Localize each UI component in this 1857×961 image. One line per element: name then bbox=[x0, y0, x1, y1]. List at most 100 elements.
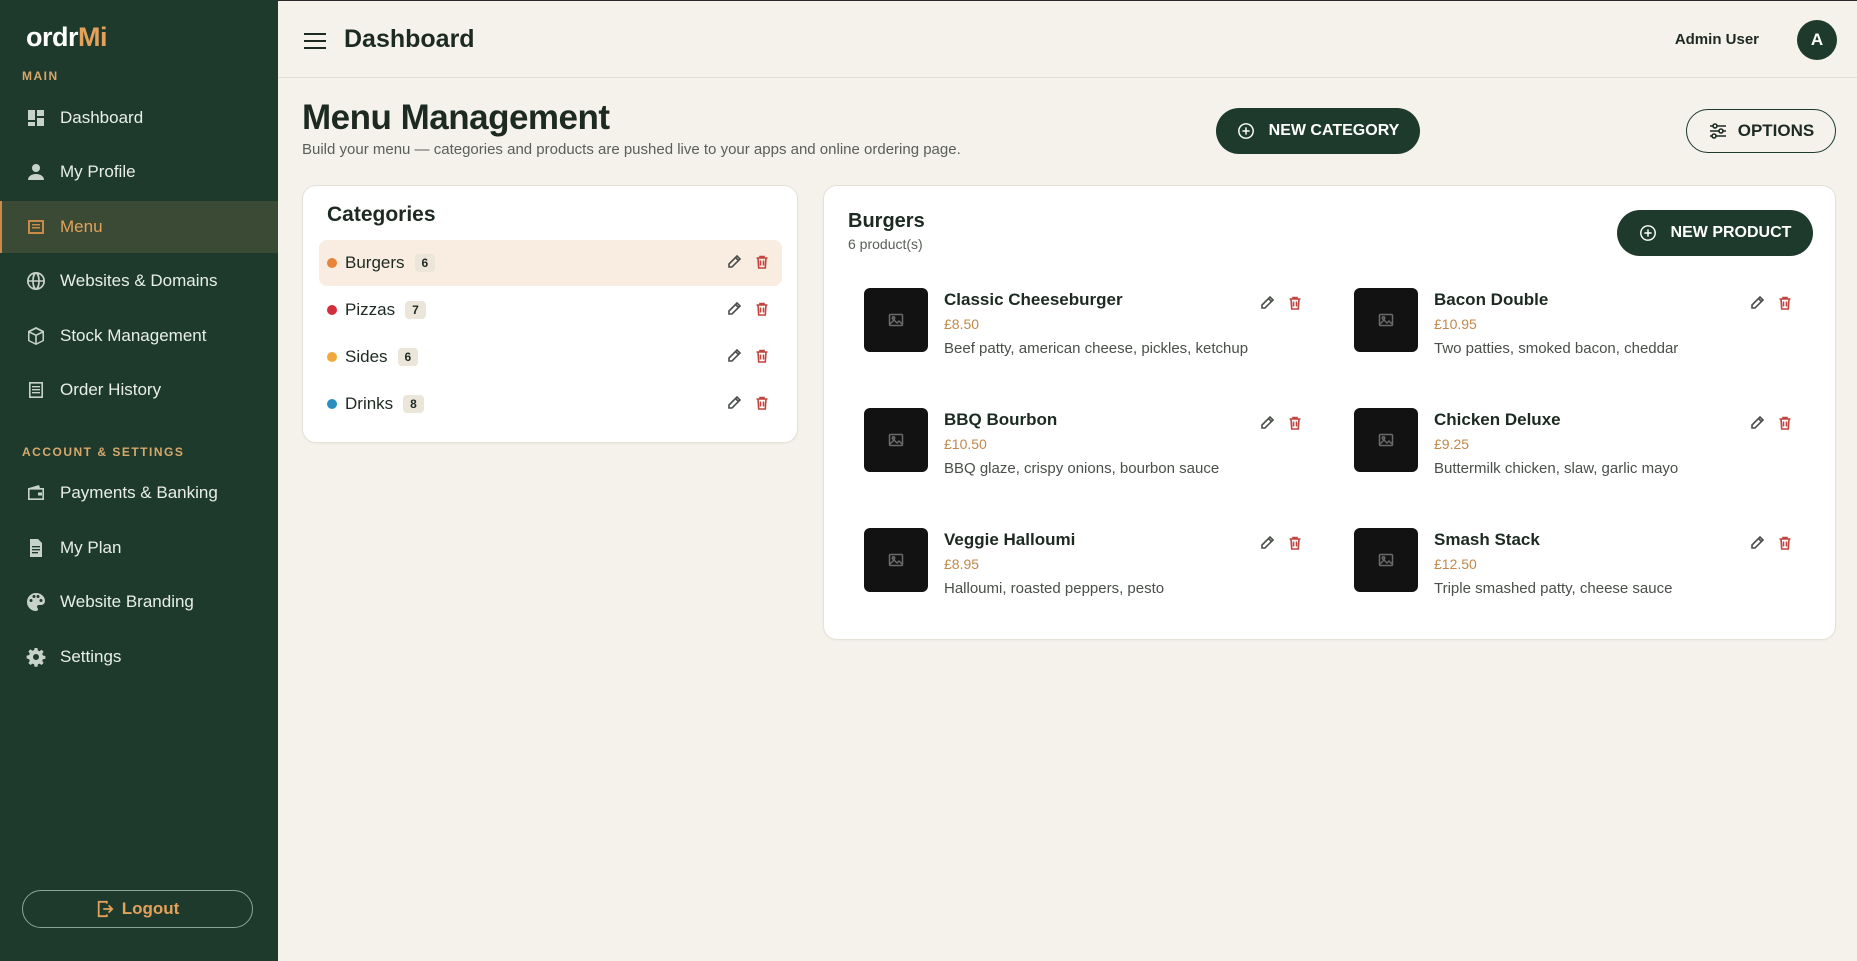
product-description: Buttermilk chicken, slaw, garlic mayo bbox=[1434, 460, 1679, 477]
user-icon bbox=[26, 162, 46, 182]
category-actions bbox=[726, 348, 770, 369]
options-button[interactable]: OPTIONS bbox=[1686, 109, 1836, 153]
sidebar-section-account: ACCOUNT & SETTINGS bbox=[22, 445, 185, 459]
sidebar-item-label: Websites & Domains bbox=[60, 271, 218, 290]
category-color-dot bbox=[327, 352, 337, 362]
category-count-badge: 6 bbox=[397, 348, 419, 366]
sidebar-item-websites-domains[interactable]: Websites & Domains bbox=[0, 255, 278, 307]
edit-icon[interactable] bbox=[1749, 415, 1765, 436]
hamburger-menu-icon[interactable] bbox=[304, 33, 326, 51]
edit-icon[interactable] bbox=[726, 348, 742, 369]
trash-icon[interactable] bbox=[754, 301, 770, 322]
edit-icon[interactable] bbox=[726, 301, 742, 322]
sidebar-item-label: Website Branding bbox=[60, 592, 194, 611]
category-row-sides[interactable]: Sides 6 bbox=[319, 334, 782, 380]
edit-icon[interactable] bbox=[1749, 535, 1765, 556]
category-row-drinks[interactable]: Drinks 8 bbox=[319, 381, 782, 427]
product-name: Classic Cheeseburger bbox=[944, 290, 1123, 309]
trash-icon[interactable] bbox=[1287, 535, 1303, 556]
trash-icon[interactable] bbox=[1777, 295, 1793, 316]
sidebar-item-payments-banking[interactable]: Payments & Banking bbox=[0, 467, 278, 519]
edit-icon[interactable] bbox=[1259, 535, 1275, 556]
palette-icon bbox=[26, 592, 46, 612]
trash-icon[interactable] bbox=[1287, 415, 1303, 436]
image-placeholder-icon bbox=[1354, 528, 1418, 592]
product-card[interactable]: Veggie Halloumi £8.95 Halloumi, roasted … bbox=[864, 528, 1324, 618]
sidebar-item-label: Order History bbox=[60, 380, 162, 399]
product-price: £8.95 bbox=[944, 556, 980, 572]
trash-icon[interactable] bbox=[1777, 535, 1793, 556]
category-color-dot bbox=[327, 305, 337, 315]
image-placeholder-icon bbox=[864, 408, 928, 472]
product-description: BBQ glaze, crispy onions, bourbon sauce bbox=[944, 460, 1220, 477]
box-icon bbox=[26, 326, 46, 346]
sidebar-item-website-branding[interactable]: Website Branding bbox=[0, 576, 278, 628]
sidebar-item-my-plan[interactable]: My Plan bbox=[0, 522, 278, 574]
receipt-icon bbox=[26, 380, 46, 400]
product-actions bbox=[1749, 295, 1793, 316]
logout-button[interactable]: Logout bbox=[22, 890, 253, 928]
sidebar-item-my-profile[interactable]: My Profile bbox=[0, 146, 278, 198]
plus-circle-icon bbox=[1237, 123, 1254, 139]
sidebar-item-order-history[interactable]: Order History bbox=[0, 364, 278, 416]
edit-icon[interactable] bbox=[1259, 415, 1275, 436]
product-card[interactable]: Bacon Double £10.95 Two patties, smoked … bbox=[1354, 288, 1814, 378]
trash-icon[interactable] bbox=[754, 395, 770, 416]
trash-icon[interactable] bbox=[1777, 415, 1793, 436]
sidebar-item-label: Payments & Banking bbox=[60, 483, 218, 502]
categories-title: Categories bbox=[327, 203, 436, 226]
trash-icon[interactable] bbox=[754, 254, 770, 275]
product-card[interactable]: Smash Stack £12.50 Triple smashed patty,… bbox=[1354, 528, 1814, 618]
category-actions bbox=[726, 254, 770, 275]
image-placeholder-icon bbox=[864, 528, 928, 592]
product-actions bbox=[1749, 535, 1793, 556]
category-row-pizzas[interactable]: Pizzas 7 bbox=[319, 287, 782, 333]
product-card[interactable]: Classic Cheeseburger £8.50 Beef patty, a… bbox=[864, 288, 1324, 378]
wallet-icon bbox=[26, 483, 46, 503]
edit-icon[interactable] bbox=[1259, 295, 1275, 316]
avatar[interactable]: A bbox=[1797, 20, 1837, 60]
product-card[interactable]: Chicken Deluxe £9.25 Buttermilk chicken,… bbox=[1354, 408, 1814, 498]
trash-icon[interactable] bbox=[754, 348, 770, 369]
product-description: Triple smashed patty, cheese sauce bbox=[1434, 580, 1673, 597]
new-product-button[interactable]: NEW PRODUCT bbox=[1617, 210, 1813, 256]
trash-icon[interactable] bbox=[1287, 295, 1303, 316]
product-price: £10.50 bbox=[944, 436, 987, 452]
sidebar-item-label: My Plan bbox=[60, 538, 122, 557]
brand-logo[interactable]: ordrMi bbox=[26, 22, 108, 53]
new-category-button[interactable]: NEW CATEGORY bbox=[1216, 108, 1420, 154]
sidebar-item-label: My Profile bbox=[60, 162, 136, 181]
category-row-burgers[interactable]: Burgers 6 bbox=[319, 240, 782, 286]
topbar-title: Dashboard bbox=[344, 25, 475, 53]
category-count-badge: 7 bbox=[405, 301, 426, 319]
dashboard-icon bbox=[26, 108, 46, 128]
product-price: £8.50 bbox=[944, 316, 980, 332]
category-color-dot bbox=[327, 399, 337, 409]
sidebar-item-stock-management[interactable]: Stock Management bbox=[0, 310, 278, 362]
sidebar-item-label: Menu bbox=[60, 217, 103, 236]
sidebar-item-dashboard[interactable]: Dashboard bbox=[0, 92, 278, 144]
category-count-badge: 6 bbox=[414, 254, 436, 272]
product-actions bbox=[1259, 415, 1303, 436]
edit-icon[interactable] bbox=[726, 395, 742, 416]
category-count-badge: 8 bbox=[403, 395, 424, 413]
product-name: Smash Stack bbox=[1434, 530, 1540, 549]
sidebar-item-label: Dashboard bbox=[60, 108, 144, 127]
image-placeholder-icon bbox=[864, 288, 928, 352]
categories-panel: Categories Burgers 6 Pizzas 7 Sides 6 Dr… bbox=[302, 185, 798, 443]
category-actions bbox=[726, 301, 770, 322]
sidebar-item-settings[interactable]: Settings bbox=[0, 631, 278, 683]
sidebar-item-menu[interactable]: Menu bbox=[0, 201, 278, 253]
user-name: Admin User bbox=[1674, 31, 1759, 48]
products-title: Burgers bbox=[848, 210, 925, 232]
edit-icon[interactable] bbox=[1749, 295, 1765, 316]
product-actions bbox=[1749, 415, 1793, 436]
category-name: Drinks bbox=[345, 394, 394, 413]
product-actions bbox=[1259, 295, 1303, 316]
product-description: Halloumi, roasted peppers, pesto bbox=[944, 580, 1165, 597]
edit-icon[interactable] bbox=[726, 254, 742, 275]
sidebar-item-label: Settings bbox=[60, 647, 122, 666]
page-title: Menu Management bbox=[302, 98, 610, 137]
product-card[interactable]: BBQ Bourbon £10.50 BBQ glaze, crispy oni… bbox=[864, 408, 1324, 498]
sidebar-item-label: Stock Management bbox=[60, 326, 207, 345]
